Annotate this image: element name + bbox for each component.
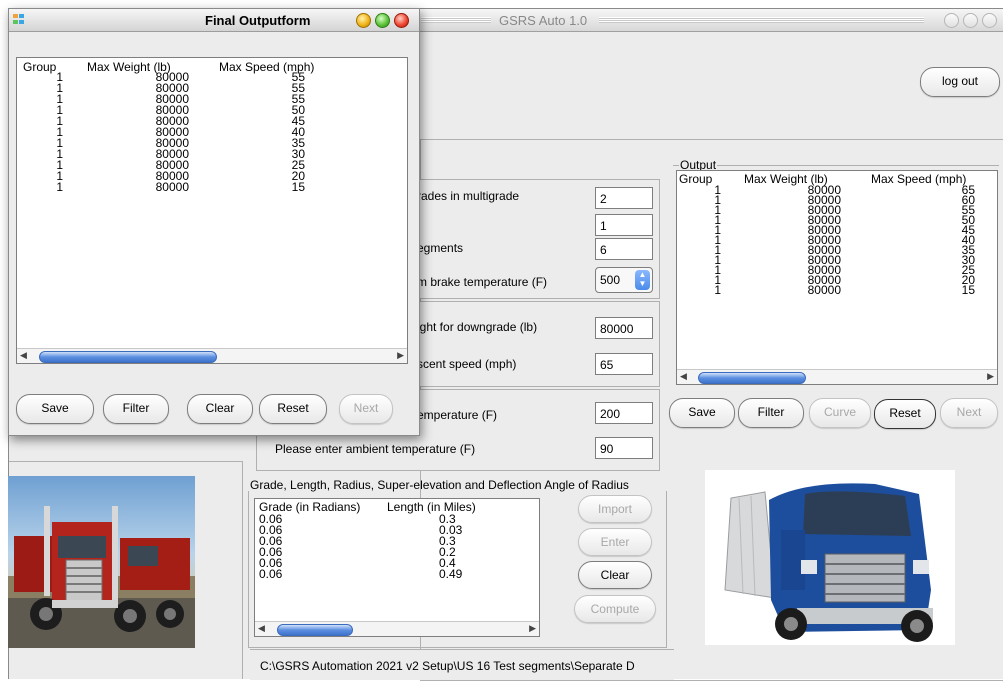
- descent-speed-label: scent speed (mph): [417, 357, 517, 371]
- final-cell-group: 1: [56, 180, 63, 194]
- final-window-title: Final Outputform: [205, 13, 311, 28]
- grade-section-title: Grade, Length, Radius, Super-elevation a…: [250, 478, 629, 492]
- initial-temp-input[interactable]: 200: [595, 402, 653, 424]
- output-save-button[interactable]: Save: [669, 398, 735, 428]
- output-filter-button[interactable]: Filter: [738, 398, 804, 428]
- scroll-thumb[interactable]: [277, 624, 353, 636]
- enter-button[interactable]: Enter: [578, 528, 652, 556]
- final-table-scrollbar[interactable]: ◀ ▶: [17, 348, 407, 363]
- output-cell-group: 1: [714, 283, 721, 297]
- grade-cell-grade: 0.06: [259, 567, 283, 581]
- path-text: C:\GSRS Automation 2021 v2 Setup\US 16 T…: [260, 659, 635, 673]
- import-button[interactable]: Import: [578, 495, 652, 523]
- output-table-scrollbar[interactable]: ◀ ▶: [677, 369, 997, 384]
- output-reset-button[interactable]: Reset: [874, 399, 936, 429]
- final-cell-speed: 15: [291, 180, 305, 194]
- final-save-button[interactable]: Save: [16, 394, 94, 424]
- grade-field-2-input[interactable]: 1: [595, 214, 653, 236]
- window-zoom-icon[interactable]: [982, 13, 997, 28]
- curve-button[interactable]: Curve: [809, 398, 871, 428]
- output-cell-speed: 15: [961, 283, 975, 297]
- blue-truck-image: [705, 470, 955, 645]
- grade-table[interactable]: Grade (in Radians) Length (in Miles) 0.0…: [254, 498, 540, 637]
- brake-temp-value: 500: [600, 273, 621, 287]
- scroll-right-arrow-icon[interactable]: ▶: [529, 623, 536, 634]
- compute-button[interactable]: Compute: [574, 595, 656, 623]
- grade-header-length: Length (in Miles): [387, 500, 476, 514]
- clear-grade-button[interactable]: Clear: [578, 561, 652, 589]
- red-truck-image: [8, 476, 195, 648]
- grade-cell-length: 0.49: [439, 567, 463, 581]
- divider: [9, 461, 242, 462]
- output-cell-weight: 80000: [807, 283, 841, 297]
- segments-label: egments: [417, 241, 464, 255]
- descent-speed-input[interactable]: 65: [595, 353, 653, 375]
- num-grades-label: rades in multigrade: [417, 189, 520, 203]
- window-close-icon[interactable]: [944, 13, 959, 28]
- blue-truck-graphic: [724, 483, 933, 642]
- zoom-icon[interactable]: [375, 13, 390, 28]
- final-reset-button[interactable]: Reset: [259, 394, 327, 424]
- close-icon[interactable]: [394, 13, 409, 28]
- ambient-temp-input[interactable]: 90: [595, 437, 653, 459]
- final-cell-weight: 80000: [155, 180, 189, 194]
- final-output-table[interactable]: Group Max Weight (lb) Max Speed (mph) 18…: [16, 57, 408, 364]
- path-bar: C:\GSRS Automation 2021 v2 Setup\US 16 T…: [250, 649, 674, 680]
- num-grades-input[interactable]: 2: [595, 187, 653, 209]
- red-truck-graphic: [8, 506, 195, 648]
- divider: [242, 461, 243, 679]
- scroll-thumb[interactable]: [39, 351, 217, 363]
- downgrade-weight-input[interactable]: 80000: [595, 317, 653, 339]
- output-header-group: Group: [679, 172, 713, 186]
- scroll-left-arrow-icon[interactable]: ◀: [20, 350, 27, 361]
- final-filter-button[interactable]: Filter: [103, 394, 169, 424]
- scroll-left-arrow-icon[interactable]: ◀: [680, 371, 687, 382]
- minimize-icon[interactable]: [356, 13, 371, 28]
- brake-temp-label: m brake temperature (F): [417, 275, 548, 289]
- logout-button[interactable]: log out: [920, 67, 1000, 97]
- initial-temp-label: emperature (F): [417, 408, 498, 422]
- main-window-title: GSRS Auto 1.0: [499, 13, 588, 28]
- output-frame-top: [673, 165, 999, 166]
- output-next-button[interactable]: Next: [940, 398, 998, 428]
- scroll-thumb[interactable]: [698, 372, 806, 384]
- brake-temp-select[interactable]: 500 ▲ ▼: [595, 267, 653, 293]
- spinner-arrows-icon[interactable]: ▲ ▼: [635, 270, 650, 290]
- final-clear-button[interactable]: Clear: [187, 394, 253, 424]
- output-table[interactable]: Group Max Weight (lb) Max Speed (mph) 18…: [676, 170, 998, 385]
- window-minimize-icon[interactable]: [963, 13, 978, 28]
- scroll-right-arrow-icon[interactable]: ▶: [397, 350, 404, 361]
- scroll-left-arrow-icon[interactable]: ◀: [258, 623, 265, 634]
- output-header-speed: Max Speed (mph): [871, 172, 967, 186]
- app-icon: [13, 14, 25, 25]
- final-window-titlebar[interactable]: Final Outputform: [9, 9, 419, 32]
- final-outputform-window: Final Outputform Group Max Weight (lb) M…: [8, 8, 420, 436]
- scroll-right-arrow-icon[interactable]: ▶: [987, 371, 994, 382]
- final-next-button[interactable]: Next: [339, 394, 393, 424]
- titlebar-stripes: [599, 17, 924, 23]
- titlebar-stripes: [421, 17, 491, 23]
- segments-input[interactable]: 6: [595, 238, 653, 260]
- ambient-temp-label: Please enter ambient temperature (F): [275, 442, 476, 456]
- downgrade-weight-label: ight for downgrade (lb): [417, 320, 538, 334]
- grade-table-scrollbar[interactable]: ◀ ▶: [255, 621, 539, 636]
